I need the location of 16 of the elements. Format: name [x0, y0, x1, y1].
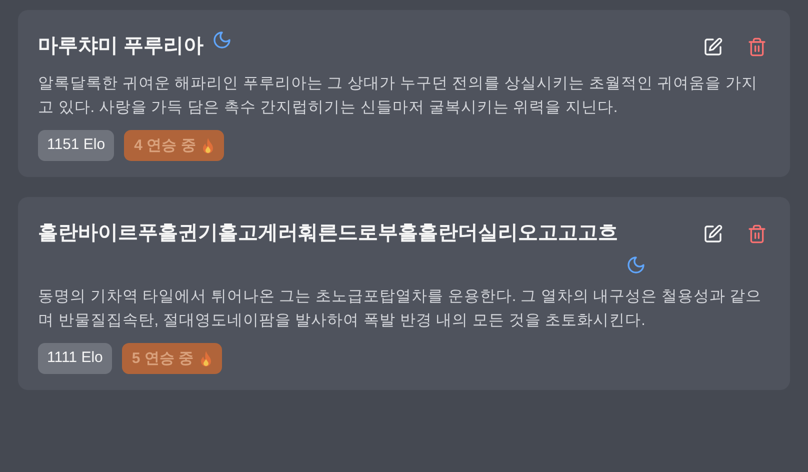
card-description: 알록달록한 귀여운 해파리인 푸루리아는 그 상대가 누구던 전의를 상실시키는 초월적인 귀여움을 가지고 있다. 사랑을 가득 담은 촉수 간지럽히기는 신들마저 굴복시키는 위력을 지닌다.	[38, 74, 758, 118]
moon-icon	[212, 30, 232, 50]
moon-icon	[626, 255, 646, 275]
delete-button[interactable]	[746, 36, 768, 58]
elo-badge: 1151 Elo	[38, 130, 114, 161]
delete-button[interactable]	[746, 223, 768, 245]
card-title: 흘란바이르푸흘귄기흘고게러훠른드로부흘흘란더실리오고고고흐	[38, 221, 618, 246]
card-description: 동명의 기차역 타일에서 튀어나온 그는 초노급포탑열차를 운용한다. 그 열차의 내구성은 철용성과 같으며 반물질집속탄, 절대영도네이팜을 발사하여 폭발 반경 내의 모든 것을 초토화시킨다.	[38, 287, 763, 331]
streak-badge: 5 연승 중	[122, 343, 222, 374]
streak-badge: 4 연승 중	[124, 130, 224, 161]
card-title: 마루챠미 푸루리아	[38, 34, 204, 59]
elo-badge: 1111 Elo	[38, 343, 112, 374]
flame-icon	[200, 350, 212, 366]
edit-button[interactable]	[702, 36, 724, 58]
flame-icon	[202, 138, 214, 154]
edit-button[interactable]	[702, 223, 724, 245]
